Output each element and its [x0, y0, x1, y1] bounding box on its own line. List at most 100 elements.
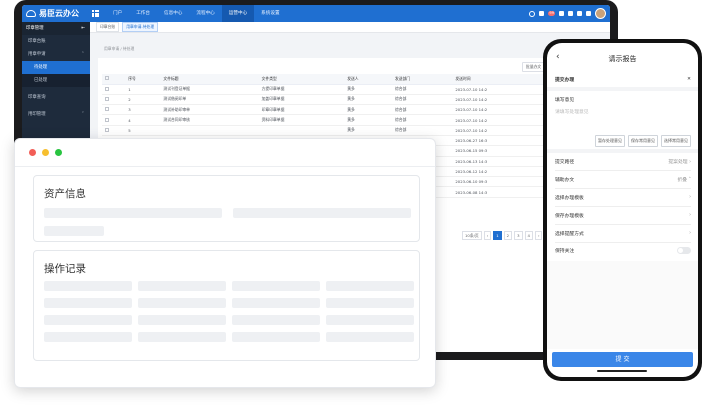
sidebar-item-done[interactable]: 已处理: [22, 74, 90, 87]
column-header: 文件标题: [160, 74, 259, 85]
nav-item-active[interactable]: 运营中心: [221, 5, 255, 22]
page-button-active[interactable]: 1: [493, 231, 502, 240]
stage: 易臣云办公 门户 工作台 信息中心 流程中心 运营中心 系统设置 99 印章管理…: [0, 0, 706, 408]
log-placeholder-bar: [44, 298, 132, 308]
opinion-row: 填写意见: [555, 96, 691, 103]
nav-item[interactable]: 门户: [106, 5, 129, 22]
nav-item[interactable]: 系统设置: [254, 5, 286, 22]
message-icon[interactable]: [559, 11, 564, 16]
log-placeholder-bar: [326, 332, 414, 342]
prev-page-button[interactable]: ‹: [483, 231, 492, 240]
next-page-button[interactable]: ›: [534, 231, 543, 240]
chevron-right-icon: ›: [689, 213, 691, 218]
table-row[interactable]: 2 测试借阅印单 加盖印章单据 黄多 综合部 2023-07-10 14:2: [102, 94, 568, 106]
top-navbar: 易臣云办公 门户 工作台 信息中心 流程中心 运营中心 系统设置 99: [22, 5, 610, 22]
table-row[interactable]: 3 测试补助印审单 印章印章单据 黄多 综合部 2023-07-10 14:2: [102, 104, 568, 116]
page-button[interactable]: 4: [524, 231, 533, 240]
brand: 易臣云办公: [26, 5, 79, 22]
choose-common-button[interactable]: 选择常用意见: [661, 135, 691, 147]
opinion-buttons: 暂存处理意见 保存常用意见 选择常用意见: [595, 135, 691, 147]
assist-row[interactable]: 辅助办文 折叠 ˄: [555, 176, 691, 183]
route-row[interactable]: 提交路径 提案处理 ›: [555, 158, 691, 165]
row-checkbox[interactable]: [102, 125, 126, 136]
option-row[interactable]: 保存办理模板 ›: [555, 212, 691, 219]
sidebar-item-pending[interactable]: 待处理: [22, 61, 90, 74]
table-row[interactable]: 1 测试刊登证单据 方提印章单据 黄多 综合部 2023-07-10 14:2: [102, 84, 568, 95]
table-cell: 5: [125, 125, 161, 136]
log-placeholder-bar: [44, 281, 132, 291]
log-placeholder-bar: [138, 315, 226, 325]
batch-button[interactable]: 批量办文: [522, 62, 546, 72]
submit-button[interactable]: 提 交: [552, 352, 693, 367]
table-cell: 黄多: [344, 114, 392, 126]
nav-item[interactable]: 流程中心: [189, 5, 221, 22]
table-cell: 方提印章单据: [258, 84, 345, 95]
fullscreen-icon[interactable]: [586, 11, 591, 16]
chevron-right-icon: ›: [689, 195, 691, 200]
table-cell: 综合部: [391, 125, 453, 136]
log-placeholder-bar: [44, 332, 132, 342]
route-value: 提案处理: [668, 160, 688, 165]
option-row[interactable]: 选择提醒方式 ›: [555, 230, 691, 237]
section-title: 操作记录: [44, 263, 86, 275]
row-checkbox[interactable]: [102, 104, 126, 116]
minimize-dot-icon[interactable]: [42, 149, 49, 156]
save-common-button[interactable]: 保存常用意见: [628, 135, 658, 147]
row-checkbox[interactable]: [102, 94, 126, 106]
column-header: 序号: [125, 74, 161, 85]
save-draft-button[interactable]: 暂存处理意见: [595, 135, 625, 147]
table-cell: [160, 125, 259, 136]
sidebar-item-label: 印章台账: [28, 39, 46, 44]
route-label: 提交路径: [555, 160, 575, 165]
maximize-dot-icon[interactable]: [55, 149, 62, 156]
table-cell: 黄多: [344, 84, 392, 95]
avatar[interactable]: [595, 8, 606, 19]
settings-icon[interactable]: [577, 11, 582, 16]
sidebar-item-query[interactable]: 印章查询: [22, 91, 90, 104]
top-icons: 99: [529, 8, 606, 19]
log-placeholder-bar: [326, 281, 414, 291]
opinion-input[interactable]: 请填写处理意见: [555, 108, 691, 115]
table-cell: 测试刊登证单据: [160, 84, 259, 95]
table-cell: 3: [125, 104, 161, 116]
collapse-icon[interactable]: ⇤: [81, 22, 85, 35]
assist-label: 辅助办文: [555, 178, 575, 183]
table-row[interactable]: 4 测试合同印审核 资料印章单据 黄多 综合部 2023-07-10 14:2: [102, 114, 568, 126]
close-icon[interactable]: ✕: [687, 77, 691, 82]
sidebar-item-ledger[interactable]: 印章台账: [22, 35, 90, 48]
page-button[interactable]: 3: [514, 231, 523, 240]
select-all-checkbox[interactable]: [102, 74, 126, 85]
nav-item[interactable]: 信息中心: [157, 5, 189, 22]
app-name: 易臣云办公: [39, 9, 79, 18]
search-icon[interactable]: [529, 10, 536, 17]
cloud-logo-icon: [26, 10, 36, 17]
opinion-label: 填写意见: [555, 98, 575, 103]
sidebar-header-label: 印章管理: [26, 26, 44, 31]
row-checkbox[interactable]: [102, 114, 126, 126]
apps-grid-icon[interactable]: [92, 10, 99, 17]
option-row[interactable]: 选择办理模板 ›: [555, 194, 691, 201]
table-cell: 综合部: [391, 94, 453, 106]
log-placeholder-bar: [232, 332, 320, 342]
tab-pending[interactable]: 用章申请-待处理: [122, 22, 159, 32]
help-icon[interactable]: [568, 11, 573, 16]
table-row[interactable]: 5 黄多 综合部 2023-07-10 14:2: [102, 125, 568, 136]
page-button[interactable]: 2: [503, 231, 513, 240]
submit-header-label: 提交办理: [555, 78, 575, 83]
asset-window: 资产信息 操作记录: [14, 138, 436, 388]
nav-item[interactable]: 工作台: [129, 5, 157, 22]
table-cell: [258, 125, 345, 136]
bell-icon[interactable]: [539, 11, 545, 16]
table-cell: 黄多: [344, 125, 392, 136]
sidebar-item-apply[interactable]: 用章申请 ˄: [22, 48, 90, 61]
follow-toggle[interactable]: [677, 247, 691, 254]
row-checkbox[interactable]: [102, 84, 126, 95]
page-size-select[interactable]: 10条/页: [462, 231, 482, 240]
table-cell: 加盖印章单据: [258, 94, 345, 106]
sidebar-item-label: 用印管理: [28, 112, 46, 117]
sidebar-item-usage[interactable]: 用印管理 ˅: [22, 108, 90, 121]
close-dot-icon[interactable]: [29, 149, 36, 156]
table-cell: 测试补助印审单: [160, 104, 259, 116]
log-placeholder-bar: [326, 298, 414, 308]
tab-ledger[interactable]: 印章台账: [96, 22, 120, 32]
